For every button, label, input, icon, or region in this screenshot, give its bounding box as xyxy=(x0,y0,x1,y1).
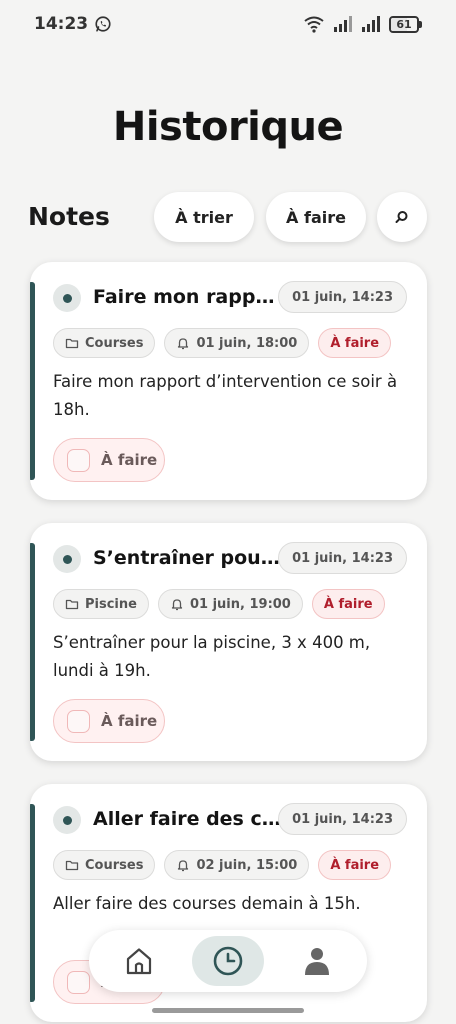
note-title: S’entraîner pour l... xyxy=(93,547,283,569)
bottom-nav xyxy=(89,930,367,992)
nav-home-button[interactable] xyxy=(103,936,175,986)
todo-toggle-button[interactable]: À faire xyxy=(53,699,165,743)
signal-icon-1 xyxy=(334,16,352,32)
page-title: Historique xyxy=(112,104,344,150)
note-body: Faire mon rapport d’intervention ce soir… xyxy=(53,372,398,419)
reminder-chip[interactable]: 02 juin, 15:00 xyxy=(164,850,310,880)
todo-checkbox[interactable] xyxy=(67,970,90,994)
filter-to-sort-button[interactable]: À trier xyxy=(154,192,254,242)
note-body: Aller faire des courses demain à 15h. xyxy=(53,894,361,913)
home-icon xyxy=(126,948,152,975)
todo-toggle-label: À faire xyxy=(101,451,158,469)
todo-toggle-button[interactable]: À faire xyxy=(53,438,165,482)
status-chip[interactable]: À faire xyxy=(318,850,392,880)
reminder-chip[interactable]: 01 juin, 19:00 xyxy=(157,589,303,619)
home-indicator xyxy=(152,1008,304,1013)
signal-icon-2 xyxy=(362,16,380,32)
nav-history-button[interactable] xyxy=(192,936,264,986)
whatsapp-icon xyxy=(95,16,111,32)
note-date-badge: 01 juin, 14:23 xyxy=(278,542,407,574)
folder-icon xyxy=(65,860,79,871)
note-chips: Courses 02 juin, 15:00 À faire xyxy=(53,850,392,880)
status-chip[interactable]: À faire xyxy=(318,328,392,358)
note-date-badge: 01 juin, 14:23 xyxy=(278,281,407,313)
card-accent-bar xyxy=(30,543,35,741)
note-card[interactable]: Faire mon rappo... 01 juin, 14:23 Course… xyxy=(30,262,427,500)
notes-header: Notes À trier À faire xyxy=(0,192,456,244)
battery-icon: 61 xyxy=(389,15,422,33)
nav-profile-button[interactable] xyxy=(281,936,353,986)
bell-icon xyxy=(178,860,189,872)
status-bar: 14:23 61 xyxy=(0,0,456,48)
todo-toggle-label: À faire xyxy=(101,712,158,730)
reminder-chip-label: 01 juin, 18:00 xyxy=(196,335,298,351)
status-time: 14:23 xyxy=(34,14,89,34)
search-button[interactable] xyxy=(377,192,427,242)
bell-icon xyxy=(171,599,183,611)
category-chip[interactable]: Courses xyxy=(53,328,156,358)
search-icon xyxy=(395,211,408,223)
note-status-dot xyxy=(53,284,81,312)
note-date-badge: 01 juin, 14:23 xyxy=(278,803,407,835)
note-chips: Courses 01 juin, 18:00 À faire xyxy=(53,328,392,358)
todo-checkbox[interactable] xyxy=(67,448,90,472)
status-right: 61 xyxy=(303,15,422,33)
category-chip-label: Piscine xyxy=(85,596,137,612)
clock-icon xyxy=(213,946,243,976)
notes-label: Notes xyxy=(28,202,110,231)
status-chip[interactable]: À faire xyxy=(311,589,385,619)
note-title: Faire mon rappo... xyxy=(93,286,283,308)
note-title: Aller faire des co... xyxy=(93,808,283,830)
category-chip-label: Courses xyxy=(85,335,144,351)
folder-icon xyxy=(65,338,79,349)
category-chip[interactable]: Piscine xyxy=(53,589,149,619)
bell-icon xyxy=(178,338,189,350)
folder-icon xyxy=(65,599,79,610)
filter-todo-button[interactable]: À faire xyxy=(266,192,366,242)
battery-level: 61 xyxy=(396,17,412,31)
user-icon xyxy=(305,948,329,975)
note-status-dot xyxy=(53,806,81,834)
reminder-chip-label: 02 juin, 15:00 xyxy=(196,857,298,873)
note-status-dot xyxy=(53,545,81,573)
card-accent-bar xyxy=(30,804,35,1002)
reminder-chip-label: 01 juin, 19:00 xyxy=(189,596,291,612)
wifi-icon xyxy=(304,16,324,33)
note-body: S’entraîner pour la piscine, 3 x 400 m, … xyxy=(53,633,371,680)
todo-checkbox[interactable] xyxy=(67,709,90,733)
card-accent-bar xyxy=(30,282,35,480)
note-chips: Piscine 01 juin, 19:00 À faire xyxy=(53,589,385,619)
category-chip[interactable]: Courses xyxy=(53,850,156,880)
note-card[interactable]: S’entraîner pour l... 01 juin, 14:23 Pis… xyxy=(30,523,427,761)
reminder-chip[interactable]: 01 juin, 18:00 xyxy=(164,328,310,358)
category-chip-label: Courses xyxy=(85,857,144,873)
status-left: 14:23 xyxy=(34,14,112,34)
